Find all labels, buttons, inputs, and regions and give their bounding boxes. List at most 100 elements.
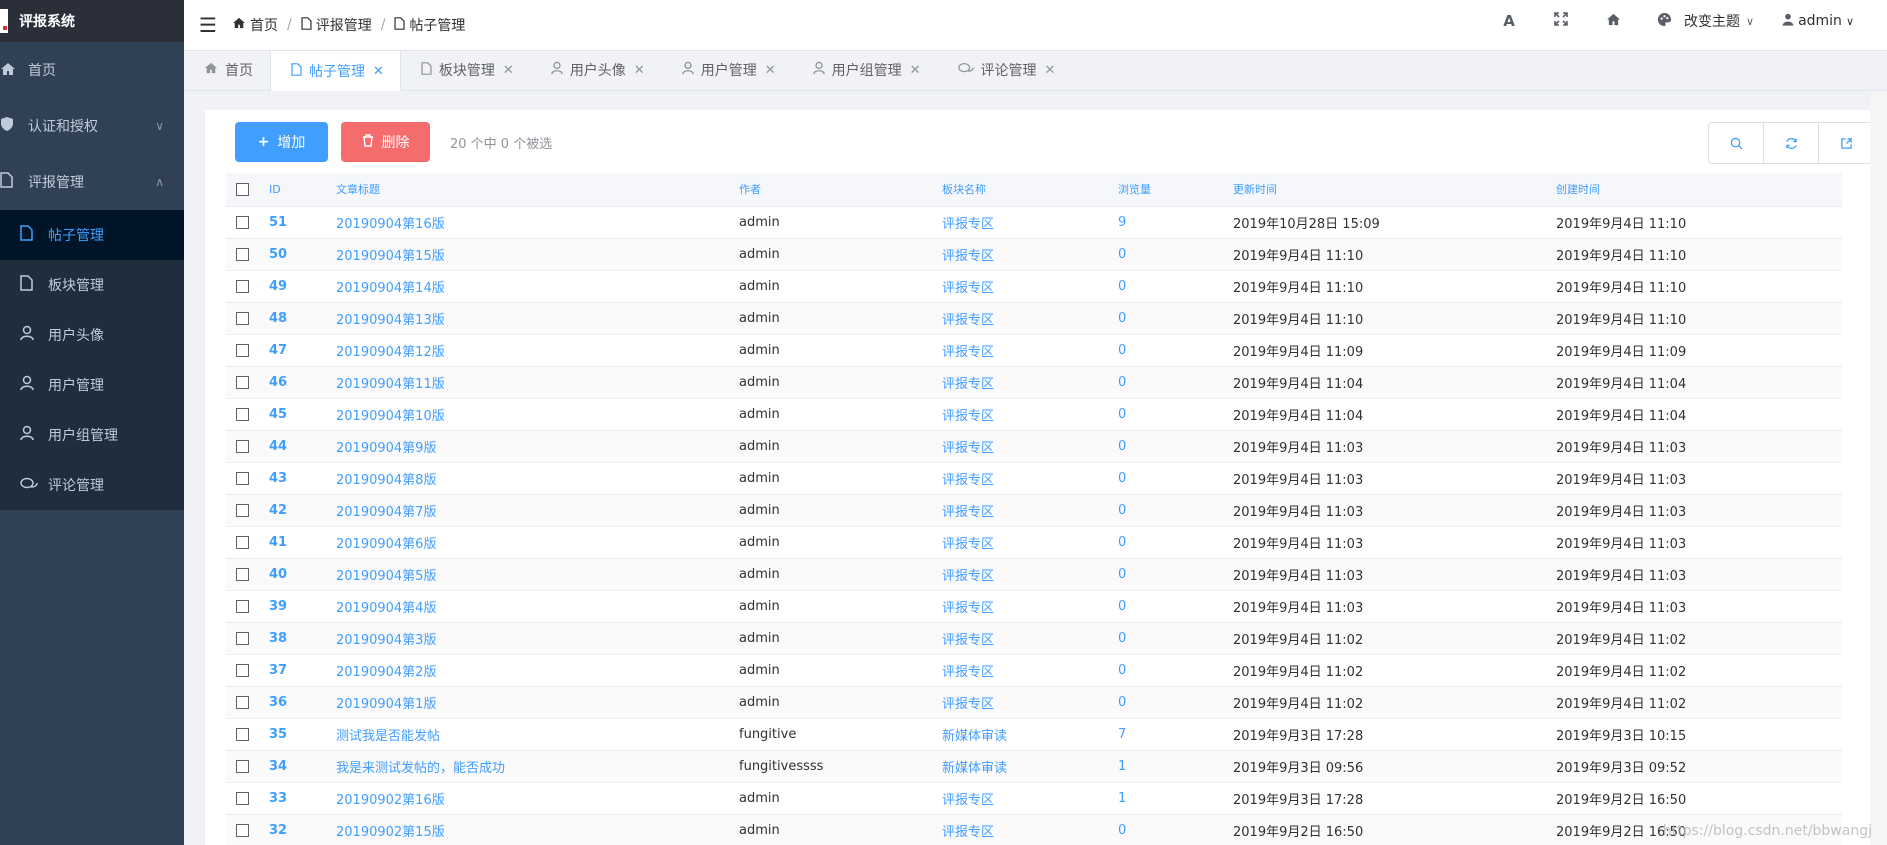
- add-button[interactable]: + 增加: [235, 122, 328, 162]
- cell-title[interactable]: 20190904第16版: [336, 206, 739, 239]
- cell-id[interactable]: 49: [269, 270, 336, 303]
- cell-id[interactable]: 32: [269, 814, 336, 845]
- cell-id[interactable]: 46: [269, 366, 336, 399]
- table-row[interactable]: 37 20190904第2版 admin 评报专区 0 2019年9月4日 11:02 20…: [226, 654, 1842, 687]
- page-scrollbar[interactable]: [1870, 91, 1887, 845]
- row-checkbox[interactable]: [236, 279, 249, 293]
- cell-title[interactable]: 20190904第6版: [336, 526, 739, 559]
- row-checkbox[interactable]: [236, 247, 249, 261]
- cell-board[interactable]: 评报专区: [942, 526, 1118, 559]
- user-dropdown[interactable]: admin ∨: [1772, 13, 1887, 30]
- cell-id[interactable]: 38: [269, 622, 336, 655]
- export-icon[interactable]: [1819, 123, 1874, 163]
- close-icon[interactable]: ✕: [910, 63, 921, 78]
- cell-title[interactable]: 20190904第7版: [336, 494, 739, 527]
- cell-board[interactable]: 评报专区: [942, 270, 1118, 303]
- sidebar-item-comments[interactable]: 评论管理: [0, 460, 184, 510]
- cell-id[interactable]: 33: [269, 782, 336, 815]
- cell-board[interactable]: 评报专区: [942, 334, 1118, 367]
- header-board[interactable]: 板块名称: [942, 173, 1118, 207]
- cell-title[interactable]: 20190904第11版: [336, 366, 739, 399]
- table-row[interactable]: 48 20190904第13版 admin 评报专区 0 2019年9月4日 11:10 2…: [226, 302, 1842, 335]
- cell-id[interactable]: 50: [269, 238, 336, 271]
- sidebar-item-users[interactable]: 用户管理: [0, 360, 184, 410]
- cell-board[interactable]: 新媒体审读: [942, 750, 1118, 783]
- cell-board[interactable]: 评报专区: [942, 430, 1118, 463]
- table-row[interactable]: 42 20190904第7版 admin 评报专区 0 2019年9月4日 11:03 20…: [226, 494, 1842, 527]
- cell-title[interactable]: 20190904第2版: [336, 654, 739, 687]
- table-row[interactable]: 41 20190904第6版 admin 评报专区 0 2019年9月4日 11:03 20…: [226, 526, 1842, 559]
- table-row[interactable]: 47 20190904第12版 admin 评报专区 0 2019年9月4日 11:09 2…: [226, 334, 1842, 367]
- cell-board[interactable]: 评报专区: [942, 462, 1118, 495]
- cell-id[interactable]: 42: [269, 494, 336, 527]
- cell-title[interactable]: 20190904第1版: [336, 686, 739, 719]
- search-icon[interactable]: [1709, 123, 1764, 163]
- cell-title[interactable]: 20190904第12版: [336, 334, 739, 367]
- sidebar-item-home[interactable]: 首页: [0, 42, 184, 98]
- cell-title[interactable]: 20190902第15版: [336, 814, 739, 845]
- delete-button[interactable]: 删除: [341, 122, 430, 162]
- row-checkbox[interactable]: [236, 567, 249, 581]
- cell-id[interactable]: 39: [269, 590, 336, 623]
- theme-dropdown[interactable]: 改变主题 ∨: [1639, 11, 1772, 31]
- cell-board[interactable]: 评报专区: [942, 782, 1118, 815]
- row-checkbox[interactable]: [236, 727, 249, 741]
- tab-user-groups[interactable]: 用户组管理 ✕: [793, 50, 938, 90]
- header-created[interactable]: 创建时间: [1556, 173, 1842, 207]
- table-row[interactable]: 44 20190904第9版 admin 评报专区 0 2019年9月4日 11:03 20…: [226, 430, 1842, 463]
- table-row[interactable]: 51 20190904第16版 admin 评报专区 9 2019年10月28日 15:0…: [226, 206, 1842, 239]
- row-checkbox[interactable]: [236, 375, 249, 389]
- cell-board[interactable]: 评报专区: [942, 654, 1118, 687]
- table-row[interactable]: 40 20190904第5版 admin 评报专区 0 2019年9月4日 11:03 20…: [226, 558, 1842, 591]
- table-row[interactable]: 39 20190904第4版 admin 评报专区 0 2019年9月4日 11:03 20…: [226, 590, 1842, 623]
- row-checkbox[interactable]: [236, 791, 249, 805]
- cell-board[interactable]: 评报专区: [942, 494, 1118, 527]
- refresh-icon[interactable]: [1764, 123, 1819, 163]
- cell-title[interactable]: 20190904第9版: [336, 430, 739, 463]
- row-checkbox[interactable]: [236, 311, 249, 325]
- cell-id[interactable]: 34: [269, 750, 336, 783]
- cell-title[interactable]: 20190902第16版: [336, 782, 739, 815]
- tab-boards[interactable]: 板块管理 ✕: [401, 50, 531, 90]
- row-checkbox[interactable]: [236, 631, 249, 645]
- row-checkbox[interactable]: [236, 535, 249, 549]
- font-size-icon[interactable]: A: [1483, 12, 1535, 30]
- header-updated[interactable]: 更新时间: [1233, 173, 1556, 207]
- row-checkbox[interactable]: [236, 407, 249, 421]
- home-icon[interactable]: [1587, 12, 1639, 30]
- sidebar-item-boards[interactable]: 板块管理: [0, 260, 184, 310]
- close-icon[interactable]: ✕: [503, 63, 514, 78]
- header-id[interactable]: ID: [269, 173, 336, 207]
- row-checkbox[interactable]: [236, 823, 249, 837]
- table-row[interactable]: 34 我是来测试发帖的，能否成功 fungitivessss 新媒体审读 1 2019年9…: [226, 750, 1842, 783]
- cell-board[interactable]: 评报专区: [942, 302, 1118, 335]
- cell-id[interactable]: 41: [269, 526, 336, 559]
- cell-id[interactable]: 47: [269, 334, 336, 367]
- cell-id[interactable]: 43: [269, 462, 336, 495]
- cell-title[interactable]: 20190904第3版: [336, 622, 739, 655]
- cell-board[interactable]: 评报专区: [942, 398, 1118, 431]
- table-row[interactable]: 32 20190902第15版 admin 评报专区 0 2019年9月2日 16:50 2…: [226, 814, 1842, 845]
- cell-title[interactable]: 20190904第8版: [336, 462, 739, 495]
- cell-board[interactable]: 评报专区: [942, 686, 1118, 719]
- cell-title[interactable]: 20190904第15版: [336, 238, 739, 271]
- row-checkbox[interactable]: [236, 471, 249, 485]
- cell-board[interactable]: 评报专区: [942, 814, 1118, 845]
- cell-id[interactable]: 45: [269, 398, 336, 431]
- row-checkbox[interactable]: [236, 503, 249, 517]
- table-row[interactable]: 38 20190904第3版 admin 评报专区 0 2019年9月4日 11:02 20…: [226, 622, 1842, 655]
- row-checkbox[interactable]: [236, 439, 249, 453]
- cell-title[interactable]: 我是来测试发帖的，能否成功: [336, 750, 739, 783]
- cell-title[interactable]: 20190904第14版: [336, 270, 739, 303]
- cell-board[interactable]: 评报专区: [942, 622, 1118, 655]
- select-all-checkbox[interactable]: [236, 183, 249, 196]
- cell-id[interactable]: 36: [269, 686, 336, 719]
- cell-board[interactable]: 评报专区: [942, 558, 1118, 591]
- sidebar-item-auth[interactable]: 认证和授权 ∨: [0, 98, 184, 154]
- row-checkbox[interactable]: [236, 343, 249, 357]
- table-row[interactable]: 36 20190904第1版 admin 评报专区 0 2019年9月4日 11:02 20…: [226, 686, 1842, 719]
- cell-board[interactable]: 评报专区: [942, 238, 1118, 271]
- hamburger-icon[interactable]: ☰: [184, 13, 232, 37]
- sidebar-item-avatars[interactable]: 用户头像: [0, 310, 184, 360]
- table-row[interactable]: 46 20190904第11版 admin 评报专区 0 2019年9月4日 11:04 2…: [226, 366, 1842, 399]
